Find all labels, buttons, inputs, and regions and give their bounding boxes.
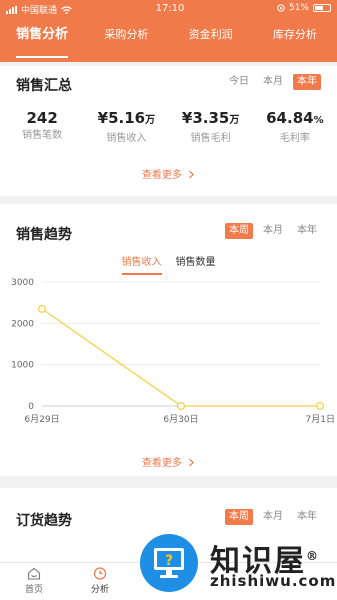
x-tick-label: 6月30日 [163,414,198,425]
tab-funds-profit[interactable]: 资金利润 [169,22,253,62]
tab-purchase-analysis[interactable]: 采购分析 [84,22,168,62]
wifi-icon [61,5,72,14]
view-more-label: 查看更多 [141,170,182,181]
tab-sales-analysis[interactable]: 销售分析 [0,22,84,62]
stat-unit: 万 [229,115,240,126]
watermark-badge: ? [140,534,198,592]
watermark-logo: ? 知识屋® zhishiwu.com [138,530,337,600]
stat-revenue: ¥5.16万 销售收入 [84,108,168,147]
y-tick-label: 3000 [11,278,34,288]
sales-summary-period-switch: 今日 本月 本年 [225,74,321,90]
x-tick-label: 6月29日 [24,414,59,425]
sales-trend-period-switch: 本周 本月 本年 [225,223,321,239]
home-icon [27,567,41,580]
period-year[interactable]: 本年 [293,74,321,90]
period-week[interactable]: 本周 [225,509,253,525]
summary-view-more-link[interactable]: 查看更多 [0,166,337,181]
metric-tab-quantity[interactable]: 销售数量 [176,256,216,275]
stat-label: 毛利率 [279,133,310,144]
y-tick-label: 1000 [11,361,34,371]
view-more-label: 查看更多 [141,458,182,469]
order-trend-title: 订货趋势 [16,513,72,529]
period-year[interactable]: 本年 [293,223,321,239]
stat-margin-rate: 64.84% 毛利率 [253,108,337,147]
summary-stats: 242 销售笔数 ¥5.16万 销售收入 ¥3.35万 销售毛利 64.84% … [0,108,337,147]
sales-trend-chart: 0 1000 2000 3000 6月29日 6月30日 7月1日 [11,278,335,425]
stat-value: 242 [26,109,58,127]
stat-value: ¥3.35 [181,109,230,127]
period-today[interactable]: 今日 [225,74,253,90]
nav-analysis[interactable]: 分析 [72,567,128,595]
signal-icon [6,5,17,14]
monitor-question-icon: ? [154,548,184,578]
sales-summary-title: 销售汇总 [16,78,72,94]
period-month[interactable]: 本月 [259,74,287,90]
stat-unit: % [313,115,324,126]
data-point [37,304,47,313]
tab-inventory-analysis[interactable]: 库存分析 [253,22,337,62]
stat-order-count: 242 销售笔数 [0,108,84,147]
trend-view-more-link[interactable]: 查看更多 [0,454,337,469]
stat-label: 销售毛利 [190,133,231,144]
top-bar: 中国联通 17:10 51% 销售分析 采购分析 资金利润 库存分析 [0,0,337,62]
nav-home-label: 首页 [24,585,43,595]
data-point [315,401,325,411]
trend-metric-tabs: 销售收入 销售数量 [0,256,337,275]
nav-home[interactable]: 首页 [6,567,62,595]
y-tick-label: 0 [28,402,34,412]
order-trend-period-switch: 本周 本月 本年 [225,509,321,525]
metric-tab-revenue[interactable]: 销售收入 [121,256,162,275]
x-tick-label: 7月1日 [306,414,335,425]
status-bar: 中国联通 17:10 51% [0,0,337,18]
stat-unit: 万 [145,115,156,126]
stat-label: 销售笔数 [22,130,63,141]
watermark-url: zhishiwu.com [210,572,337,590]
clock-icon [93,567,107,580]
period-month[interactable]: 本月 [259,223,287,239]
sales-summary-card: 销售汇总 今日 本月 本年 242 销售笔数 ¥5.16万 销售收入 ¥3.35… [0,66,337,196]
stat-gross-profit: ¥3.35万 销售毛利 [169,108,253,147]
rotation-lock-icon [277,4,285,12]
carrier-label: 中国联通 [21,6,58,16]
chevron-right-icon [189,170,194,179]
battery-icon [313,4,331,12]
period-year[interactable]: 本年 [293,509,321,525]
sales-trend-title: 销售趋势 [16,227,72,243]
data-point [176,401,186,411]
main-tabs: 销售分析 采购分析 资金利润 库存分析 [0,22,337,62]
clock-time: 17:10 [155,3,185,14]
period-month[interactable]: 本月 [259,509,287,525]
stat-label: 销售收入 [106,133,147,144]
chevron-right-icon [189,458,194,467]
stat-value: ¥5.16 [97,109,146,127]
period-week[interactable]: 本周 [225,223,253,239]
svg-text:?: ? [165,553,173,569]
nav-analysis-label: 分析 [90,585,109,595]
battery-percent: 51% [288,3,309,13]
stat-value: 64.84 [266,109,314,127]
y-tick-label: 2000 [11,319,34,329]
